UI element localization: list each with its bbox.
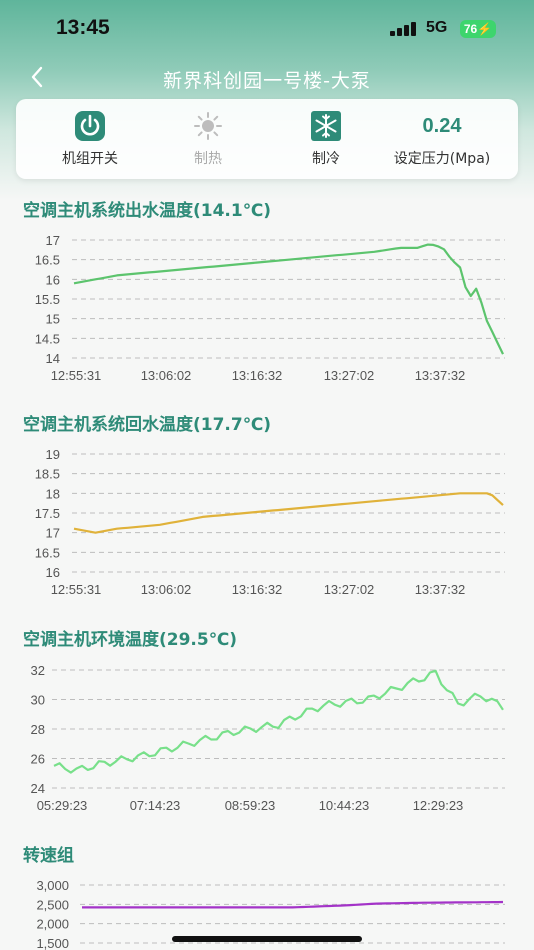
ambient-temp-title: 空调主机环境温度(29.5℃) [23, 630, 238, 650]
signal-icon [390, 22, 418, 36]
y-tick-label: 2,000 [36, 917, 69, 932]
y-tick-label: 17.5 [35, 506, 60, 521]
x-tick-label: 12:55:31 [51, 368, 102, 383]
power-icon [75, 111, 105, 141]
y-tick-label: 17 [46, 526, 60, 541]
y-tick-label: 16 [46, 565, 60, 580]
cool-label: 制冷 [312, 151, 340, 167]
battery-level: 76 [463, 22, 478, 36]
x-tick-label: 07:14:23 [130, 798, 181, 813]
x-tick-label: 13:37:32 [415, 582, 466, 597]
y-tick-label: 14.5 [35, 331, 60, 346]
ambient-temp-chart: 32 30 28 26 24 05:29:23 07:14:23 08:59:23 10:44:… [31, 663, 505, 813]
x-tick-label: 12:55:31 [51, 582, 102, 597]
y-tick-label: 2,500 [36, 897, 69, 912]
status-time: 13:45 [56, 16, 110, 39]
sun-icon [194, 112, 222, 140]
cool-mode-button[interactable]: 制冷 [270, 99, 382, 179]
y-tick-label: 19 [46, 447, 60, 462]
speed-group-title: 转速组 [23, 846, 74, 866]
y-tick-label: 32 [31, 663, 45, 678]
heat-mode-button[interactable]: 制热 [152, 99, 264, 179]
series-line [53, 669, 504, 774]
network-type: 5G [426, 19, 448, 36]
y-tick-label: 15 [46, 312, 60, 327]
x-tick-label: 13:16:32 [232, 582, 283, 597]
y-tick-label: 24 [31, 781, 45, 796]
return-temp-title: 空调主机系统回水温度(17.7℃) [23, 415, 272, 435]
page-title: 新界科创园一号楼-大泵 [163, 70, 371, 92]
x-tick-label: 13:27:02 [324, 582, 375, 597]
pressure-setting[interactable]: 0.24 设定压力(Mpa) [382, 99, 502, 179]
y-tick-label: 28 [31, 722, 45, 737]
y-tick-label: 3,000 [36, 878, 69, 893]
y-tick-label: 1,500 [36, 936, 69, 950]
return-temp-chart: 19 18.5 18 17.5 17 16.5 16 12:55:31 13:06:02 13:1… [35, 447, 505, 597]
y-tick-label: 18 [46, 486, 60, 501]
x-tick-label: 12:29:23 [413, 798, 464, 813]
y-tick-label: 16.5 [35, 253, 60, 268]
x-tick-label: 05:29:23 [37, 798, 88, 813]
outlet-temp-chart: 17 16.5 16 15.5 15 14.5 14 12:55:31 13:06:02 13:1… [35, 233, 505, 383]
x-tick-label: 13:16:32 [232, 368, 283, 383]
battery-icon: 76 ⚡ [460, 20, 496, 38]
nav-bar: 新界科创园一号楼-大泵 [0, 60, 534, 94]
y-tick-label: 14 [46, 351, 60, 366]
outlet-temp-title: 空调主机系统出水温度(14.1℃) [23, 201, 272, 221]
y-tick-label: 16 [46, 272, 60, 287]
x-tick-label: 13:27:02 [324, 368, 375, 383]
power-control[interactable]: 机组开关 [34, 99, 146, 179]
snowflake-icon [311, 111, 341, 141]
control-panel: 机组开关 制热 制冷 0.24 设定压力(Mpa) [16, 99, 518, 179]
y-tick-label: 30 [31, 693, 45, 708]
x-tick-label: 13:37:32 [415, 368, 466, 383]
home-indicator[interactable] [172, 936, 362, 942]
x-tick-label: 10:44:23 [319, 798, 370, 813]
y-tick-label: 18.5 [35, 467, 60, 482]
pressure-label: 设定压力(Mpa) [393, 151, 491, 167]
x-tick-label: 13:06:02 [141, 582, 192, 597]
heat-label: 制热 [194, 151, 222, 167]
y-tick-label: 17 [46, 233, 60, 248]
pressure-value: 0.24 [422, 115, 462, 137]
y-tick-label: 15.5 [35, 292, 60, 307]
y-tick-label: 26 [31, 752, 45, 767]
status-bar: 13:45 5G 76 ⚡ [0, 0, 534, 56]
x-tick-label: 08:59:23 [225, 798, 276, 813]
y-tick-label: 16.5 [35, 545, 60, 560]
x-tick-label: 13:06:02 [141, 368, 192, 383]
power-label: 机组开关 [62, 151, 118, 167]
